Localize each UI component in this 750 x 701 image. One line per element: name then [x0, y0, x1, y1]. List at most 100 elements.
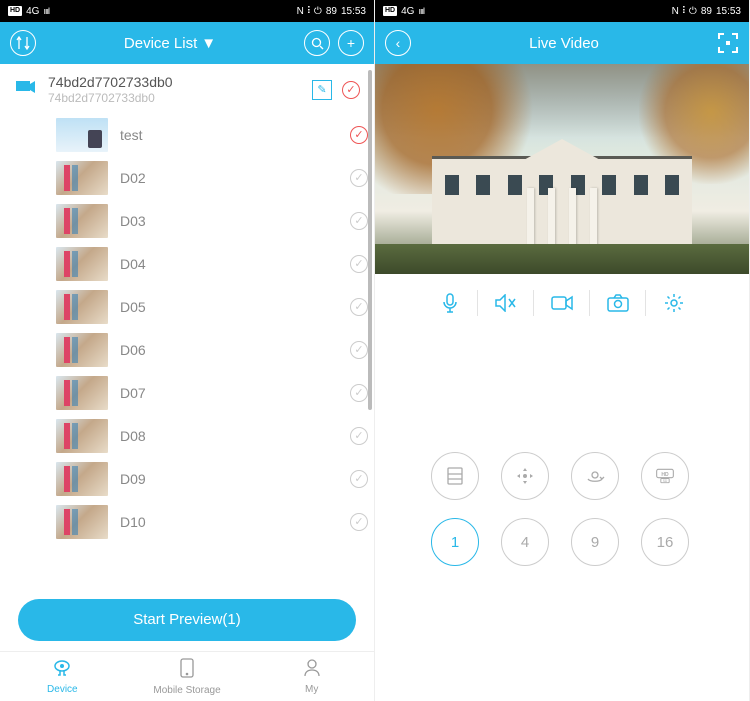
- channel-check[interactable]: ✓: [350, 212, 368, 230]
- svg-text:SD: SD: [663, 479, 668, 483]
- device-check[interactable]: ✓: [342, 81, 360, 99]
- grid-4-button[interactable]: 4: [501, 518, 549, 566]
- video-feed[interactable]: [375, 64, 749, 274]
- device-text: 74bd2d7702733db0 74bd2d7702733db0: [48, 74, 302, 105]
- channel-row[interactable]: D03 ✓: [56, 199, 368, 242]
- phone-device-list: HD 4G ıııl N ⠇⏻ 89 15:53 Device List ▼ +: [0, 0, 375, 701]
- channel-row[interactable]: D07 ✓: [56, 371, 368, 414]
- status-bar: HD 4G ıııl N ⠇⏻ 89 15:53: [0, 0, 374, 22]
- channel-label: test: [120, 127, 338, 143]
- hd-badge: HD: [383, 6, 397, 16]
- channel-row[interactable]: test ✓: [56, 113, 368, 156]
- channel-thumbnail: [56, 462, 108, 496]
- channel-label: D02: [120, 170, 338, 186]
- app-header: ‹ Live Video: [375, 22, 749, 64]
- clock: 15:53: [716, 6, 741, 17]
- channel-row[interactable]: D04 ✓: [56, 242, 368, 285]
- channel-row[interactable]: D09 ✓: [56, 457, 368, 500]
- channel-row[interactable]: D10 ✓: [56, 500, 368, 543]
- edit-icon[interactable]: ✎: [312, 80, 332, 100]
- record-icon[interactable]: [534, 290, 590, 316]
- device-nav-icon: [52, 659, 72, 682]
- channel-check[interactable]: ✓: [350, 126, 368, 144]
- grid-9-button[interactable]: 9: [571, 518, 619, 566]
- header-title[interactable]: Device List ▼: [124, 35, 216, 52]
- channel-label: D07: [120, 385, 338, 401]
- right-body: HDSD 1 4 9 16: [375, 332, 749, 701]
- settings-icon[interactable]: [646, 290, 702, 316]
- channel-thumbnail: [56, 161, 108, 195]
- device-name: 74bd2d7702733db0: [48, 74, 302, 91]
- add-icon[interactable]: +: [338, 30, 364, 56]
- net-label: 4G: [401, 6, 414, 17]
- phone-live-video: HD 4G ıııl N ⠇⏻ 89 15:53 ‹ Live Video: [375, 0, 750, 701]
- nav-device-label: Device: [47, 684, 78, 695]
- channel-check[interactable]: ✓: [350, 384, 368, 402]
- channel-thumbnail: [56, 247, 108, 281]
- grid-1-button[interactable]: 1: [431, 518, 479, 566]
- nav-my-label: My: [305, 684, 318, 695]
- fullscreen-icon[interactable]: [717, 32, 739, 54]
- battery-label: 89: [326, 6, 337, 17]
- channel-check[interactable]: ✓: [350, 255, 368, 273]
- channel-row[interactable]: D05✓: [56, 285, 368, 328]
- channel-check[interactable]: ✓: [350, 341, 368, 359]
- speaker-mute-icon[interactable]: [478, 290, 534, 316]
- status-icons: N ⠇⏻: [297, 6, 322, 17]
- rotate-cam-icon[interactable]: [571, 452, 619, 500]
- channel-thumbnail: [56, 204, 108, 238]
- menu-icon[interactable]: [10, 30, 36, 56]
- nav-storage-label: Mobile Storage: [153, 685, 220, 696]
- header-title: Live Video: [529, 35, 599, 52]
- dropdown-icon: ▼: [201, 35, 216, 52]
- channel-label: D06: [120, 342, 338, 358]
- control-row: [375, 274, 749, 332]
- channel-label: D10: [120, 514, 338, 530]
- channel-check[interactable]: ✓: [350, 427, 368, 445]
- quality-icon[interactable]: HDSD: [641, 452, 689, 500]
- status-bar: HD 4G ıııl N ⠇⏻ 89 15:53: [375, 0, 749, 22]
- channel-check[interactable]: ✓: [350, 298, 368, 316]
- channel-thumbnail: [56, 333, 108, 367]
- channel-label: D09: [120, 471, 338, 487]
- playback-icon[interactable]: [431, 452, 479, 500]
- channel-check[interactable]: ✓: [350, 470, 368, 488]
- video-container: [375, 64, 749, 274]
- channel-label: D03: [120, 213, 338, 229]
- start-preview-button[interactable]: Start Preview(1): [18, 599, 356, 641]
- channel-row[interactable]: D08✓: [56, 414, 368, 457]
- channel-label: D04: [120, 256, 338, 272]
- ptz-icon[interactable]: [501, 452, 549, 500]
- my-nav-icon: [304, 659, 320, 682]
- hd-badge: HD: [8, 6, 22, 16]
- device-sub: 74bd2d7702733db0: [48, 91, 302, 105]
- channel-thumbnail: [56, 419, 108, 453]
- channel-thumbnail: [56, 505, 108, 539]
- camera-icon: [14, 77, 38, 103]
- channel-row[interactable]: D06 ✓: [56, 328, 368, 371]
- channel-thumbnail: [56, 118, 108, 152]
- channel-thumbnail: [56, 376, 108, 410]
- nav-device[interactable]: Device: [0, 652, 125, 701]
- channel-row[interactable]: D02 ✓: [56, 156, 368, 199]
- nav-storage[interactable]: Mobile Storage: [125, 652, 250, 701]
- search-icon[interactable]: [304, 30, 330, 56]
- channel-check[interactable]: ✓: [350, 513, 368, 531]
- channel-check[interactable]: ✓: [350, 169, 368, 187]
- back-icon[interactable]: ‹: [385, 30, 411, 56]
- grid-16-button[interactable]: 16: [641, 518, 689, 566]
- device-row[interactable]: 74bd2d7702733db0 74bd2d7702733db0 ✎ ✓: [0, 64, 374, 113]
- channel-list[interactable]: test✓D02✓D03✓D04✓D05✓D06✓D07✓D08✓D09✓D10…: [0, 113, 374, 589]
- clock: 15:53: [341, 6, 366, 17]
- storage-nav-icon: [180, 658, 194, 683]
- channel-thumbnail: [56, 290, 108, 324]
- snapshot-icon[interactable]: [590, 290, 646, 316]
- app-header: Device List ▼ +: [0, 22, 374, 64]
- svg-text:HD: HD: [661, 472, 669, 478]
- status-icons: N ⠇⏻: [672, 6, 697, 17]
- mic-icon[interactable]: [422, 290, 478, 316]
- net-label: 4G: [26, 6, 39, 17]
- nav-my[interactable]: My: [249, 652, 374, 701]
- battery-label: 89: [701, 6, 712, 17]
- scrollbar[interactable]: [368, 70, 372, 410]
